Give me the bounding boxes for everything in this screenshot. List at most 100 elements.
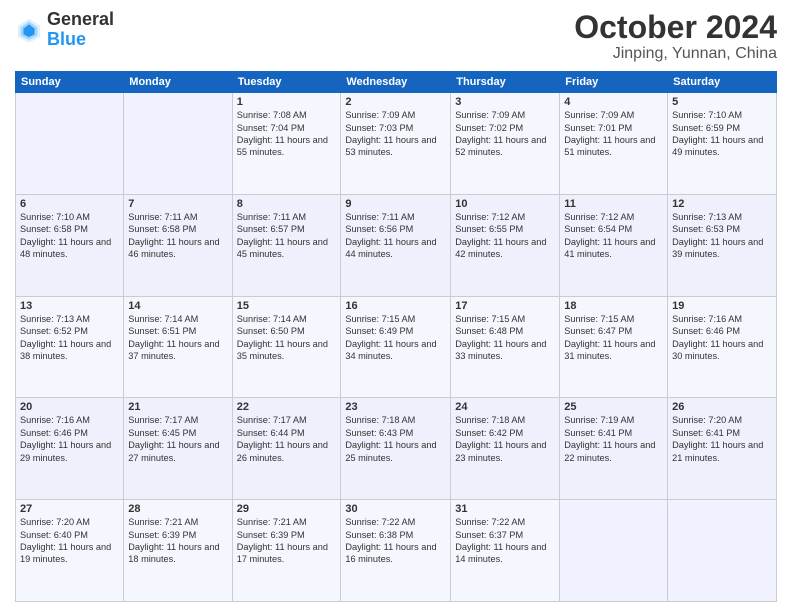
week-row-1: 1Sunrise: 7:08 AMSunset: 7:04 PMDaylight…	[16, 93, 777, 195]
day-detail: Sunrise: 7:17 AMSunset: 6:44 PMDaylight:…	[237, 414, 337, 464]
day-number: 27	[20, 503, 119, 515]
day-detail: Sunrise: 7:15 AMSunset: 6:49 PMDaylight:…	[345, 313, 446, 363]
day-number: 16	[345, 300, 446, 312]
header-col-saturday: Saturday	[668, 72, 777, 93]
calendar-cell: 27Sunrise: 7:20 AMSunset: 6:40 PMDayligh…	[16, 500, 124, 602]
day-number: 26	[672, 401, 772, 413]
calendar-cell	[668, 500, 777, 602]
day-number: 2	[345, 96, 446, 108]
page: General Blue October 2024 Jinping, Yunna…	[0, 0, 792, 612]
subtitle: Jinping, Yunnan, China	[574, 45, 777, 63]
calendar-cell: 13Sunrise: 7:13 AMSunset: 6:52 PMDayligh…	[16, 296, 124, 398]
day-detail: Sunrise: 7:12 AMSunset: 6:55 PMDaylight:…	[455, 211, 555, 261]
day-number: 6	[20, 198, 119, 210]
day-number: 19	[672, 300, 772, 312]
day-detail: Sunrise: 7:21 AMSunset: 6:39 PMDaylight:…	[237, 516, 337, 566]
day-detail: Sunrise: 7:15 AMSunset: 6:47 PMDaylight:…	[564, 313, 663, 363]
calendar-cell: 22Sunrise: 7:17 AMSunset: 6:44 PMDayligh…	[232, 398, 341, 500]
day-detail: Sunrise: 7:09 AMSunset: 7:03 PMDaylight:…	[345, 109, 446, 159]
calendar-cell: 10Sunrise: 7:12 AMSunset: 6:55 PMDayligh…	[451, 194, 560, 296]
day-number: 5	[672, 96, 772, 108]
day-detail: Sunrise: 7:11 AMSunset: 6:57 PMDaylight:…	[237, 211, 337, 261]
calendar-cell: 9Sunrise: 7:11 AMSunset: 6:56 PMDaylight…	[341, 194, 451, 296]
calendar-body: 1Sunrise: 7:08 AMSunset: 7:04 PMDaylight…	[16, 93, 777, 602]
logo: General Blue	[15, 10, 114, 50]
day-detail: Sunrise: 7:14 AMSunset: 6:51 PMDaylight:…	[128, 313, 227, 363]
logo-text: General Blue	[47, 10, 114, 50]
day-detail: Sunrise: 7:22 AMSunset: 6:37 PMDaylight:…	[455, 516, 555, 566]
day-number: 9	[345, 198, 446, 210]
header-col-friday: Friday	[560, 72, 668, 93]
calendar-cell: 21Sunrise: 7:17 AMSunset: 6:45 PMDayligh…	[124, 398, 232, 500]
day-number: 29	[237, 503, 337, 515]
day-number: 11	[564, 198, 663, 210]
header-col-wednesday: Wednesday	[341, 72, 451, 93]
calendar-cell: 11Sunrise: 7:12 AMSunset: 6:54 PMDayligh…	[560, 194, 668, 296]
calendar-cell: 18Sunrise: 7:15 AMSunset: 6:47 PMDayligh…	[560, 296, 668, 398]
calendar-cell: 12Sunrise: 7:13 AMSunset: 6:53 PMDayligh…	[668, 194, 777, 296]
header-col-monday: Monday	[124, 72, 232, 93]
day-number: 7	[128, 198, 227, 210]
day-detail: Sunrise: 7:10 AMSunset: 6:58 PMDaylight:…	[20, 211, 119, 261]
calendar-cell: 31Sunrise: 7:22 AMSunset: 6:37 PMDayligh…	[451, 500, 560, 602]
main-title: October 2024	[574, 10, 777, 45]
day-detail: Sunrise: 7:11 AMSunset: 6:56 PMDaylight:…	[345, 211, 446, 261]
calendar-cell: 25Sunrise: 7:19 AMSunset: 6:41 PMDayligh…	[560, 398, 668, 500]
calendar-cell: 8Sunrise: 7:11 AMSunset: 6:57 PMDaylight…	[232, 194, 341, 296]
day-detail: Sunrise: 7:18 AMSunset: 6:42 PMDaylight:…	[455, 414, 555, 464]
calendar-cell: 7Sunrise: 7:11 AMSunset: 6:58 PMDaylight…	[124, 194, 232, 296]
day-number: 28	[128, 503, 227, 515]
week-row-5: 27Sunrise: 7:20 AMSunset: 6:40 PMDayligh…	[16, 500, 777, 602]
day-number: 23	[345, 401, 446, 413]
day-detail: Sunrise: 7:12 AMSunset: 6:54 PMDaylight:…	[564, 211, 663, 261]
calendar-cell: 29Sunrise: 7:21 AMSunset: 6:39 PMDayligh…	[232, 500, 341, 602]
calendar-cell: 3Sunrise: 7:09 AMSunset: 7:02 PMDaylight…	[451, 93, 560, 195]
day-number: 22	[237, 401, 337, 413]
week-row-3: 13Sunrise: 7:13 AMSunset: 6:52 PMDayligh…	[16, 296, 777, 398]
calendar-cell: 26Sunrise: 7:20 AMSunset: 6:41 PMDayligh…	[668, 398, 777, 500]
calendar-cell: 15Sunrise: 7:14 AMSunset: 6:50 PMDayligh…	[232, 296, 341, 398]
calendar-header: SundayMondayTuesdayWednesdayThursdayFrid…	[16, 72, 777, 93]
calendar-cell: 24Sunrise: 7:18 AMSunset: 6:42 PMDayligh…	[451, 398, 560, 500]
day-number: 15	[237, 300, 337, 312]
day-number: 12	[672, 198, 772, 210]
day-number: 30	[345, 503, 446, 515]
calendar-table: SundayMondayTuesdayWednesdayThursdayFrid…	[15, 71, 777, 602]
day-detail: Sunrise: 7:21 AMSunset: 6:39 PMDaylight:…	[128, 516, 227, 566]
day-detail: Sunrise: 7:10 AMSunset: 6:59 PMDaylight:…	[672, 109, 772, 159]
logo-line1: General	[47, 10, 114, 30]
day-number: 14	[128, 300, 227, 312]
day-detail: Sunrise: 7:09 AMSunset: 7:02 PMDaylight:…	[455, 109, 555, 159]
header-col-sunday: Sunday	[16, 72, 124, 93]
logo-line2: Blue	[47, 30, 114, 50]
header-col-tuesday: Tuesday	[232, 72, 341, 93]
calendar-cell: 20Sunrise: 7:16 AMSunset: 6:46 PMDayligh…	[16, 398, 124, 500]
week-row-4: 20Sunrise: 7:16 AMSunset: 6:46 PMDayligh…	[16, 398, 777, 500]
day-number: 4	[564, 96, 663, 108]
calendar-cell: 2Sunrise: 7:09 AMSunset: 7:03 PMDaylight…	[341, 93, 451, 195]
day-number: 25	[564, 401, 663, 413]
day-number: 24	[455, 401, 555, 413]
day-detail: Sunrise: 7:13 AMSunset: 6:53 PMDaylight:…	[672, 211, 772, 261]
calendar-cell: 4Sunrise: 7:09 AMSunset: 7:01 PMDaylight…	[560, 93, 668, 195]
week-row-2: 6Sunrise: 7:10 AMSunset: 6:58 PMDaylight…	[16, 194, 777, 296]
day-number: 8	[237, 198, 337, 210]
day-detail: Sunrise: 7:18 AMSunset: 6:43 PMDaylight:…	[345, 414, 446, 464]
day-detail: Sunrise: 7:13 AMSunset: 6:52 PMDaylight:…	[20, 313, 119, 363]
day-detail: Sunrise: 7:17 AMSunset: 6:45 PMDaylight:…	[128, 414, 227, 464]
day-detail: Sunrise: 7:14 AMSunset: 6:50 PMDaylight:…	[237, 313, 337, 363]
day-detail: Sunrise: 7:11 AMSunset: 6:58 PMDaylight:…	[128, 211, 227, 261]
day-number: 31	[455, 503, 555, 515]
header-row: SundayMondayTuesdayWednesdayThursdayFrid…	[16, 72, 777, 93]
day-number: 21	[128, 401, 227, 413]
calendar-cell: 19Sunrise: 7:16 AMSunset: 6:46 PMDayligh…	[668, 296, 777, 398]
day-detail: Sunrise: 7:20 AMSunset: 6:40 PMDaylight:…	[20, 516, 119, 566]
calendar-cell: 28Sunrise: 7:21 AMSunset: 6:39 PMDayligh…	[124, 500, 232, 602]
calendar-cell	[124, 93, 232, 195]
calendar-cell: 5Sunrise: 7:10 AMSunset: 6:59 PMDaylight…	[668, 93, 777, 195]
day-detail: Sunrise: 7:22 AMSunset: 6:38 PMDaylight:…	[345, 516, 446, 566]
day-number: 10	[455, 198, 555, 210]
logo-icon	[15, 16, 43, 44]
day-number: 13	[20, 300, 119, 312]
day-number: 18	[564, 300, 663, 312]
